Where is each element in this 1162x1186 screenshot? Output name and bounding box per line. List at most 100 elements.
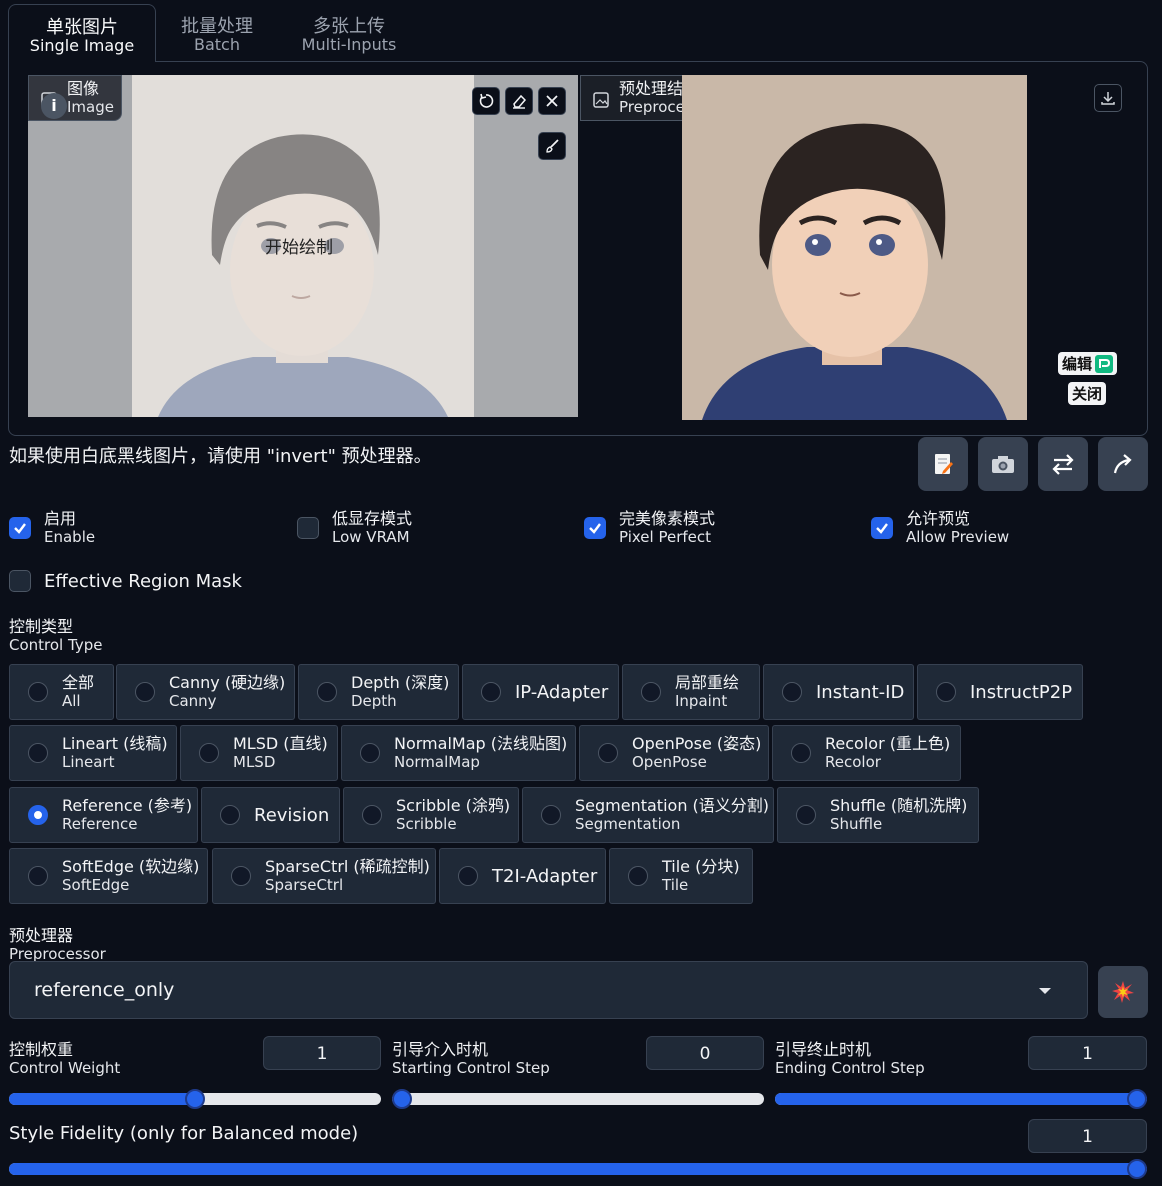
control-type-canny[interactable]: Canny (硬边缘) Canny <box>116 664 295 720</box>
control-type-label-en: Segmentation <box>575 815 681 833</box>
control-type-mlsd[interactable]: MLSD (直线) MLSD <box>180 725 338 781</box>
option-label-zh: 允许预览 <box>906 509 971 528</box>
tab-label-zh: 单张图片 <box>46 17 118 38</box>
starting-step-slider[interactable] <box>392 1089 764 1109</box>
control-type-instant-id[interactable]: Instant-ID <box>763 664 914 720</box>
control-type-scribble[interactable]: Scribble (涂鸦) Scribble <box>343 787 519 843</box>
radio-dot <box>598 743 618 763</box>
preprocessor-label-zh: 预处理器 <box>9 926 74 945</box>
control-type-label: 控制类型 Control Type <box>9 617 102 655</box>
close-label: 关闭 <box>1072 385 1103 403</box>
control-type-tile[interactable]: Tile (分块) Tile <box>609 848 753 904</box>
control-type-label-zh: Recolor (重上色) <box>825 734 951 753</box>
control-type-sparsectrl[interactable]: SparseCtrl (稀疏控制) SparseCtrl <box>212 848 436 904</box>
radio-dot <box>936 682 956 702</box>
style-fidelity-slider[interactable] <box>9 1159 1147 1179</box>
chevron-down-icon <box>1039 988 1051 994</box>
control-type-label-en: Shuffle <box>830 815 883 833</box>
image-editor[interactable]: 图像 Image i 开始绘制 <box>28 75 578 417</box>
control-type-label-zh: SoftEdge (软边缘) <box>62 857 200 876</box>
control-type-label-en: Inpaint <box>675 692 728 710</box>
control-type-label-zh: OpenPose (姿态) <box>632 734 762 753</box>
swap-icon <box>1052 454 1074 475</box>
radio-dot <box>28 866 48 886</box>
control-type-label-en: SoftEdge <box>62 876 130 894</box>
slider-thumb[interactable] <box>392 1089 412 1109</box>
tab-multi-inputs[interactable]: 多张上传 Multi-Inputs <box>286 4 412 62</box>
image-label-en: Image <box>67 98 114 116</box>
low-vram-checkbox[interactable]: 低显存模式 Low VRAM <box>297 510 412 546</box>
close-icon <box>546 95 558 107</box>
preprocessor-select[interactable]: reference_only <box>9 961 1088 1019</box>
slider-thumb[interactable] <box>185 1089 205 1109</box>
undo-button[interactable] <box>472 87 500 115</box>
radio-dot <box>541 805 561 825</box>
effective-region-mask-checkbox[interactable]: Effective Region Mask <box>9 570 242 592</box>
edit-icon <box>1095 354 1114 373</box>
control-type-label: InstructP2P <box>970 681 1073 703</box>
ending-step-input[interactable]: 1 <box>1028 1036 1147 1070</box>
slider-thumb[interactable] <box>1127 1089 1147 1109</box>
slider-thumb[interactable] <box>1127 1159 1147 1179</box>
control-type-recolor[interactable]: Recolor (重上色) Recolor <box>772 725 961 781</box>
option-label-zh: 完美像素模式 <box>619 509 716 528</box>
control-type-all[interactable]: 全部 All <box>9 664 114 720</box>
swap-button[interactable] <box>1038 437 1088 491</box>
ending-step-slider[interactable] <box>775 1089 1147 1109</box>
tab-single-image[interactable]: 单张图片 Single Image <box>8 4 156 62</box>
close-preview-button[interactable]: 关闭 <box>1068 382 1107 405</box>
undo-icon <box>479 93 494 108</box>
slider-label-zh: 控制权重 <box>9 1040 74 1059</box>
download-button[interactable] <box>1094 84 1122 112</box>
radio-dot <box>28 743 48 763</box>
control-type-softedge[interactable]: SoftEdge (软边缘) SoftEdge <box>9 848 208 904</box>
eraser-icon <box>513 94 527 109</box>
control-type-lineart[interactable]: Lineart (线稿) Lineart <box>9 725 177 781</box>
info-icon[interactable]: i <box>41 93 67 119</box>
download-icon <box>1101 92 1115 105</box>
enable-checkbox[interactable]: 启用 Enable <box>9 510 95 546</box>
allow-preview-checkbox[interactable]: 允许预览 Allow Preview <box>871 510 1009 546</box>
control-type-label-en: NormalMap <box>394 753 480 771</box>
radio-dot <box>641 682 661 702</box>
control-type-shuffle[interactable]: Shuffle (随机洗牌) Shuffle <box>777 787 979 843</box>
control-type-inpaint[interactable]: 局部重绘 Inpaint <box>622 664 760 720</box>
control-type-segmentation[interactable]: Segmentation (语义分割) Segmentation <box>522 787 774 843</box>
brush-button[interactable] <box>538 132 566 160</box>
control-type-reference[interactable]: Reference (参考) Reference <box>9 787 198 843</box>
clear-button[interactable] <box>538 87 566 115</box>
tab-batch[interactable]: 批量处理 Batch <box>160 4 274 62</box>
style-fidelity-input[interactable]: 1 <box>1028 1119 1147 1153</box>
camera-button[interactable] <box>978 437 1028 491</box>
starting-step-input[interactable]: 0 <box>646 1036 764 1070</box>
control-type-instructp2p[interactable]: InstructP2P <box>917 664 1083 720</box>
run-preprocessor-button[interactable] <box>1098 966 1148 1018</box>
control-type-label-en: SparseCtrl <box>265 876 344 894</box>
radio-dot <box>481 682 501 702</box>
control-type-openpose[interactable]: OpenPose (姿态) OpenPose <box>579 725 769 781</box>
check-icon <box>9 517 31 539</box>
radio-dot <box>628 866 648 886</box>
style-fidelity-label: Style Fidelity (only for Balanced mode) <box>9 1123 359 1144</box>
notes-button[interactable] <box>918 437 968 491</box>
control-type-depth[interactable]: Depth (深度) Depth <box>298 664 459 720</box>
slider-fill <box>775 1093 1147 1105</box>
radio-dot <box>220 805 240 825</box>
region-mask-label: Effective Region Mask <box>44 570 242 592</box>
send-button[interactable] <box>1098 437 1148 491</box>
control-type-label-zh: Canny (硬边缘) <box>169 673 286 692</box>
pixel-perfect-checkbox[interactable]: 完美像素模式 Pixel Perfect <box>584 510 715 546</box>
control-type-t2i-adapter[interactable]: T2I-Adapter <box>439 848 606 904</box>
erase-button[interactable] <box>505 87 533 115</box>
option-label-en: Allow Preview <box>906 528 1010 546</box>
control-type-ip-adapter[interactable]: IP-Adapter <box>462 664 619 720</box>
control-type-revision[interactable]: Revision <box>201 787 340 843</box>
control-weight-slider[interactable] <box>9 1089 381 1109</box>
edit-preview-button[interactable]: 编辑 <box>1058 352 1118 375</box>
control-type-label: IP-Adapter <box>515 681 609 703</box>
radio-dot <box>317 682 337 702</box>
control-type-normalmap[interactable]: NormalMap (法线贴图) NormalMap <box>341 725 576 781</box>
control-type-label-zh: 控制类型 <box>9 617 74 636</box>
control-type-label: Instant-ID <box>816 681 905 703</box>
control-weight-input[interactable]: 1 <box>263 1036 381 1070</box>
